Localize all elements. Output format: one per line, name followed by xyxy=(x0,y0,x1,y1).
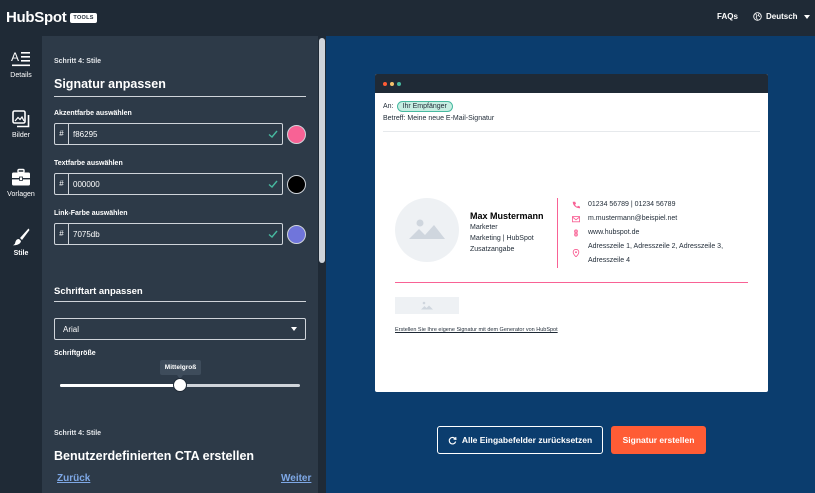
sidebar-item-label: Details xyxy=(10,72,32,79)
back-link[interactable]: Zurück xyxy=(57,473,90,484)
chevron-down-icon xyxy=(803,14,810,19)
signature-address-line-2: Adresszeile 4 xyxy=(588,257,631,264)
reset-fields-button[interactable]: Alle Eingabefelder zurücksetzen xyxy=(437,426,603,454)
chevron-down-icon xyxy=(291,327,297,331)
cta-section-title: Benutzerdefinierten CTA erstellen xyxy=(54,449,255,463)
window-maximize-dot xyxy=(397,82,401,86)
link-color-value: 7075db xyxy=(73,229,100,239)
sidebar-item-label: Vorlagen xyxy=(7,191,35,198)
section-divider xyxy=(54,96,306,97)
banner-placeholder xyxy=(395,297,459,314)
scrollbar[interactable] xyxy=(318,36,326,493)
create-signature-button[interactable]: Signatur erstellen xyxy=(611,426,706,454)
font-size-tooltip: Mittelgroß xyxy=(160,360,201,379)
cta-step-label: Schritt 4: Stile xyxy=(54,430,102,437)
refresh-icon xyxy=(448,436,457,445)
recipient-line: An: Ihr Empfänger xyxy=(383,101,453,112)
signature-divider xyxy=(557,198,558,268)
brush-icon xyxy=(12,228,30,246)
top-bar: HubSpot TOOLS FAQs Deutsch xyxy=(0,0,815,36)
next-link[interactable]: Weiter xyxy=(281,473,311,484)
hash-prefix: # xyxy=(55,174,69,194)
form-panel xyxy=(42,36,318,493)
check-icon xyxy=(268,230,278,238)
sidebar-item-label: Bilder xyxy=(12,132,30,139)
globe-icon xyxy=(753,12,762,21)
link-icon xyxy=(574,229,578,237)
image-placeholder-icon xyxy=(421,301,433,310)
details-icon: A xyxy=(11,50,30,67)
signature-department: Marketing | HubSpot xyxy=(470,235,534,242)
signature-email[interactable]: m.mustermann@beispiel.net xyxy=(588,215,677,222)
generator-link[interactable]: Erstellen Sie Ihre eigene Signatur mit d… xyxy=(395,327,558,333)
scrollbar-thumb[interactable] xyxy=(319,38,325,263)
window-minimize-dot xyxy=(390,82,394,86)
signature-job-title: Marketer xyxy=(470,224,498,231)
briefcase-icon xyxy=(12,168,30,186)
link-color-swatch[interactable] xyxy=(287,225,306,244)
signature-bottom-rule xyxy=(395,282,748,283)
image-placeholder-icon xyxy=(409,219,445,239)
mail-icon xyxy=(572,216,580,223)
email-subject: Betreff: Meine neue E-Mail-Signatur xyxy=(383,115,495,122)
email-preview-card: An: Ihr Empfänger Betreff: Meine neue E-… xyxy=(375,74,768,392)
sidebar-item-templates[interactable]: Vorlagen xyxy=(0,168,42,198)
accent-color-label: Akzentfarbe auswählen xyxy=(54,110,132,117)
check-icon xyxy=(268,180,278,188)
accent-color-input[interactable]: # f86295 xyxy=(54,123,283,145)
create-signature-label: Signatur erstellen xyxy=(622,435,695,445)
text-color-input[interactable]: # 000000 xyxy=(54,173,283,195)
link-color-label: Link-Farbe auswählen xyxy=(54,210,128,217)
font-size-label: Schriftgröße xyxy=(54,350,96,357)
font-family-select[interactable]: Arial xyxy=(54,318,306,340)
section-title: Signatur anpassen xyxy=(54,77,166,91)
reset-fields-label: Alle Eingabefelder zurücksetzen xyxy=(461,435,593,445)
header-divider xyxy=(383,131,760,132)
to-label: An: xyxy=(383,103,394,110)
language-selector[interactable]: Deutsch xyxy=(753,12,810,21)
text-color-value: 000000 xyxy=(73,179,100,189)
signature-extra: Zusatzangabe xyxy=(470,246,515,253)
location-pin-icon xyxy=(572,249,580,257)
check-icon xyxy=(268,130,278,138)
sidebar-item-label: Stile xyxy=(13,250,29,257)
sidebar-rail: A Details Bilder Vorlagen Stile xyxy=(0,36,42,493)
signature-address-line-1: Adresszeile 1, Adresszeile 2, Adresszeil… xyxy=(588,243,724,250)
hash-prefix: # xyxy=(55,124,69,144)
window-close-dot xyxy=(383,82,387,86)
svg-text:A: A xyxy=(11,50,19,64)
font-section-title: Schriftart anpassen xyxy=(54,286,143,297)
font-size-slider[interactable] xyxy=(60,378,300,392)
slider-handle[interactable] xyxy=(173,378,187,392)
accent-color-swatch[interactable] xyxy=(287,125,306,144)
faqs-link[interactable]: FAQs xyxy=(717,12,738,21)
signature-name: Max Mustermann xyxy=(470,211,544,221)
language-label: Deutsch xyxy=(766,12,798,21)
images-icon xyxy=(12,110,30,128)
hash-prefix: # xyxy=(55,224,69,244)
hubspot-logo[interactable]: HubSpot TOOLS xyxy=(6,9,97,26)
sidebar-item-styles[interactable]: Stile xyxy=(0,227,42,257)
sidebar-item-images[interactable]: Bilder xyxy=(0,110,42,139)
avatar-placeholder xyxy=(395,198,459,262)
recipient-badge: Ihr Empfänger xyxy=(396,101,453,112)
window-titlebar xyxy=(375,74,768,93)
sidebar-item-details[interactable]: A Details xyxy=(0,50,42,79)
text-color-label: Textfarbe auswählen xyxy=(54,160,123,167)
slider-fill xyxy=(60,384,180,387)
signature-website[interactable]: www.hubspot.de xyxy=(588,229,639,236)
accent-color-value: f86295 xyxy=(73,129,98,139)
logo-text: HubSpot xyxy=(6,9,67,26)
text-color-swatch[interactable] xyxy=(287,175,306,194)
link-color-input[interactable]: # 7075db xyxy=(54,223,283,245)
signature-phone: 01234 56789 | 01234 56789 xyxy=(588,201,676,208)
section-divider xyxy=(54,301,306,302)
logo-badge: TOOLS xyxy=(70,12,97,23)
step-label: Schritt 4: Stile xyxy=(54,58,102,65)
font-family-value: Arial xyxy=(63,324,80,334)
phone-icon xyxy=(572,201,580,209)
